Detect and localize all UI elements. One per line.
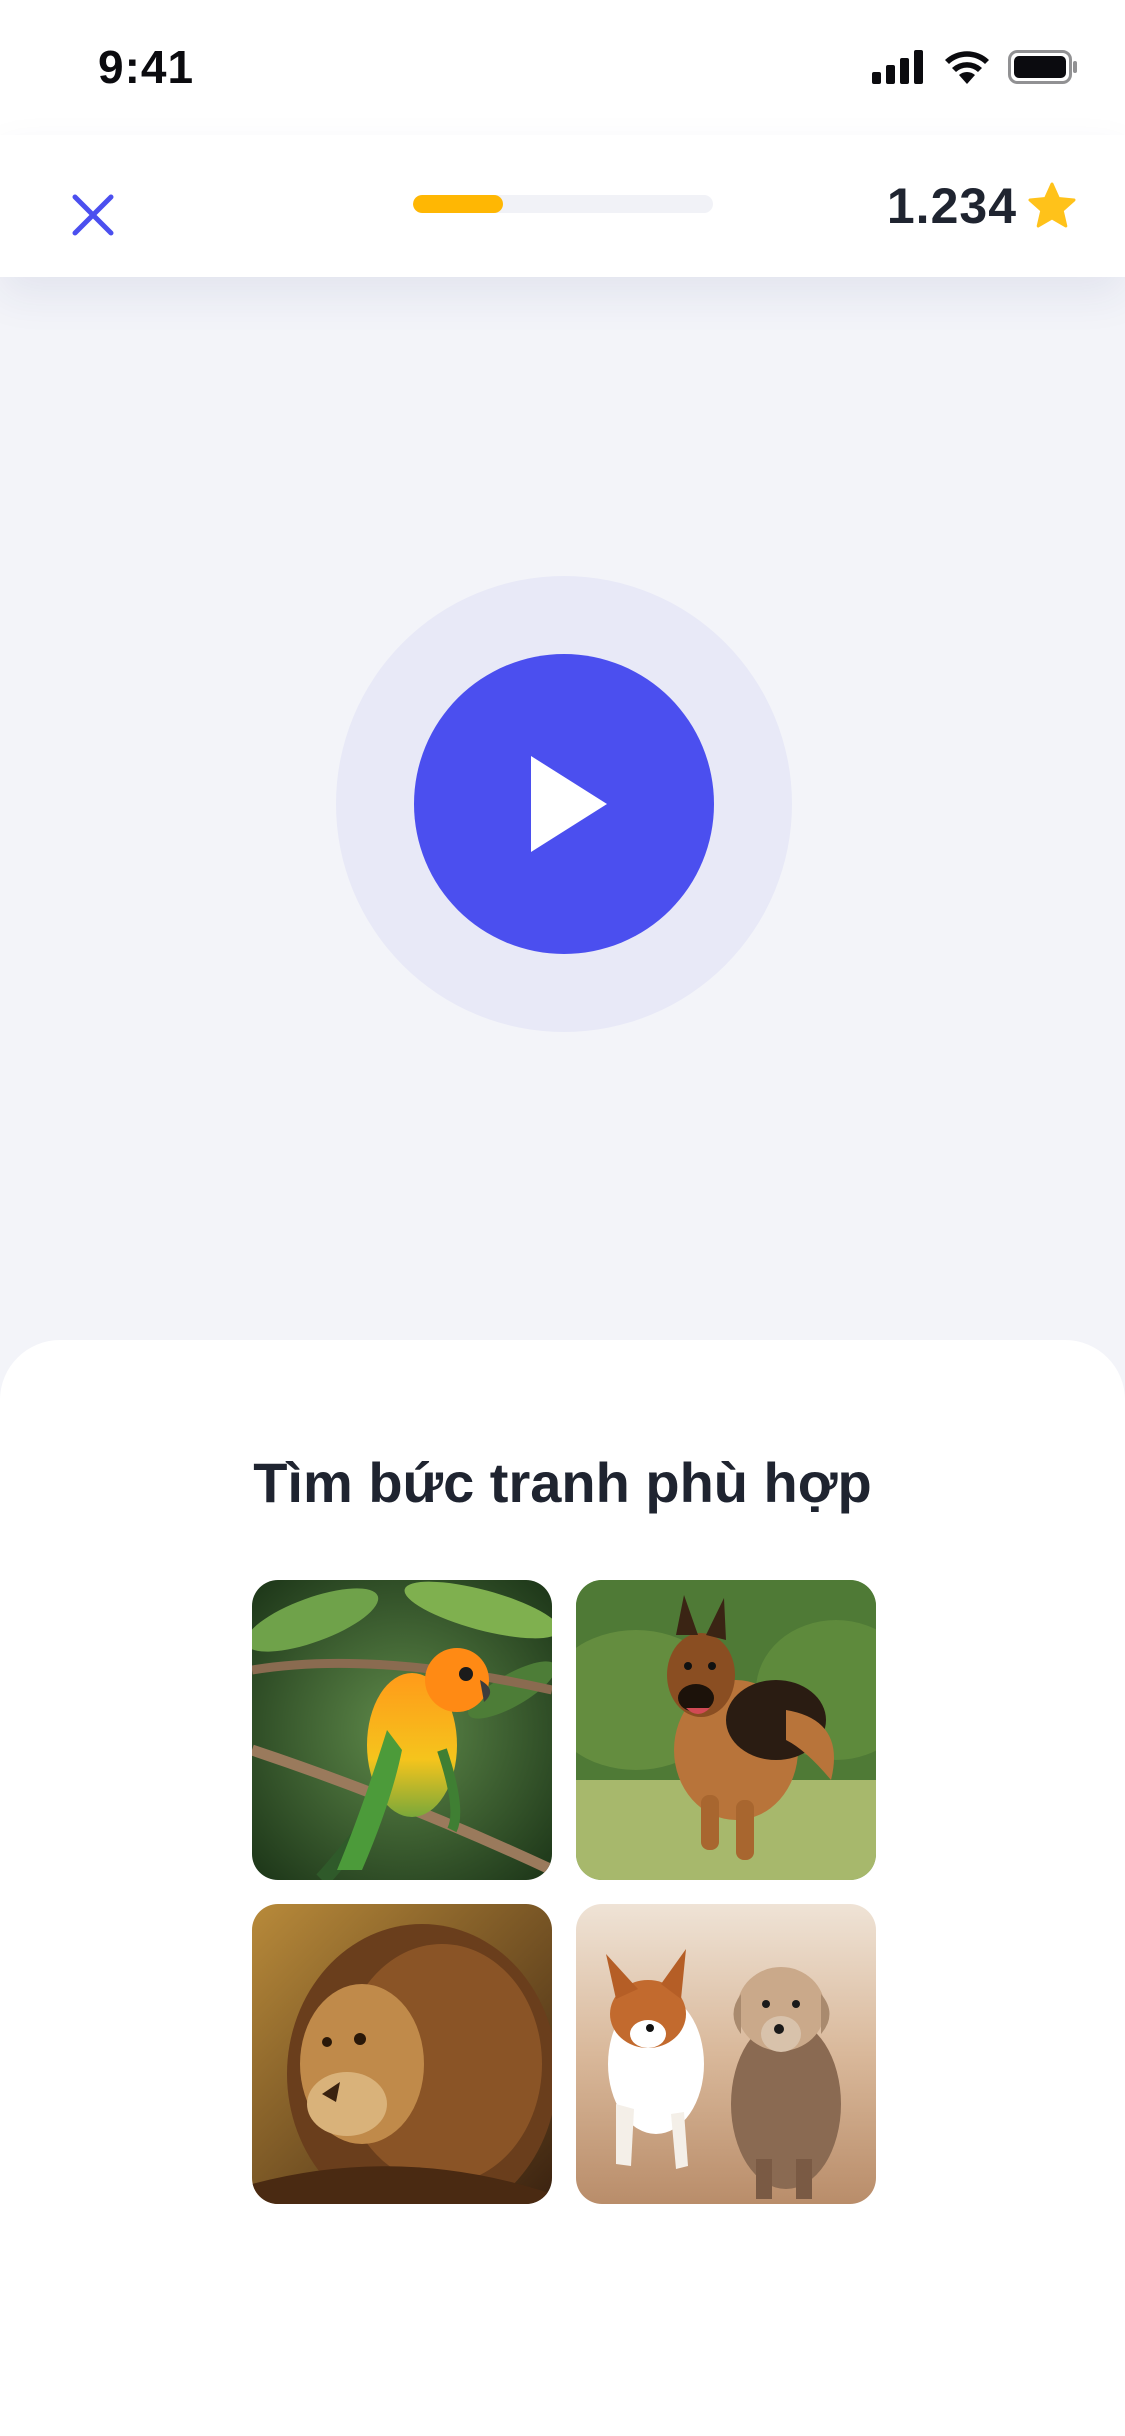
option-german-shepherd-image[interactable] xyxy=(576,1580,876,1880)
progress-fill xyxy=(413,195,503,213)
close-button[interactable] xyxy=(60,182,126,248)
score-value: 1.234 xyxy=(886,178,1017,234)
play-audio-button[interactable] xyxy=(414,654,714,954)
german-shepherd-illustration xyxy=(576,1580,876,1880)
signal-icon xyxy=(872,50,923,84)
status-time: 9:41 xyxy=(98,41,195,93)
close-icon xyxy=(72,194,114,236)
play-icon xyxy=(531,756,607,852)
star-icon xyxy=(1028,182,1076,228)
status-icons xyxy=(872,50,1078,84)
corgi-and-terrier-illustration xyxy=(576,1904,876,2204)
lion-illustration xyxy=(252,1904,552,2204)
score-counter: 1.234 xyxy=(887,177,1077,235)
battery-icon xyxy=(1008,50,1077,84)
question-prompt: Tìm bức tranh phù hợp xyxy=(253,1451,872,1514)
status-bar: 9:41 xyxy=(0,0,1125,135)
option-parrot-image[interactable] xyxy=(252,1580,552,1880)
wifi-icon xyxy=(945,51,989,84)
image-options-grid xyxy=(252,1580,876,2204)
option-lion-image[interactable] xyxy=(252,1904,552,2204)
parrot-illustration xyxy=(252,1580,552,1880)
progress-bar xyxy=(413,195,713,213)
answer-sheet: Tìm bức tranh phù hợp xyxy=(0,1340,1125,2436)
option-corgi-and-terrier-image[interactable] xyxy=(576,1904,876,2204)
lesson-header: 1.234 xyxy=(0,135,1125,277)
